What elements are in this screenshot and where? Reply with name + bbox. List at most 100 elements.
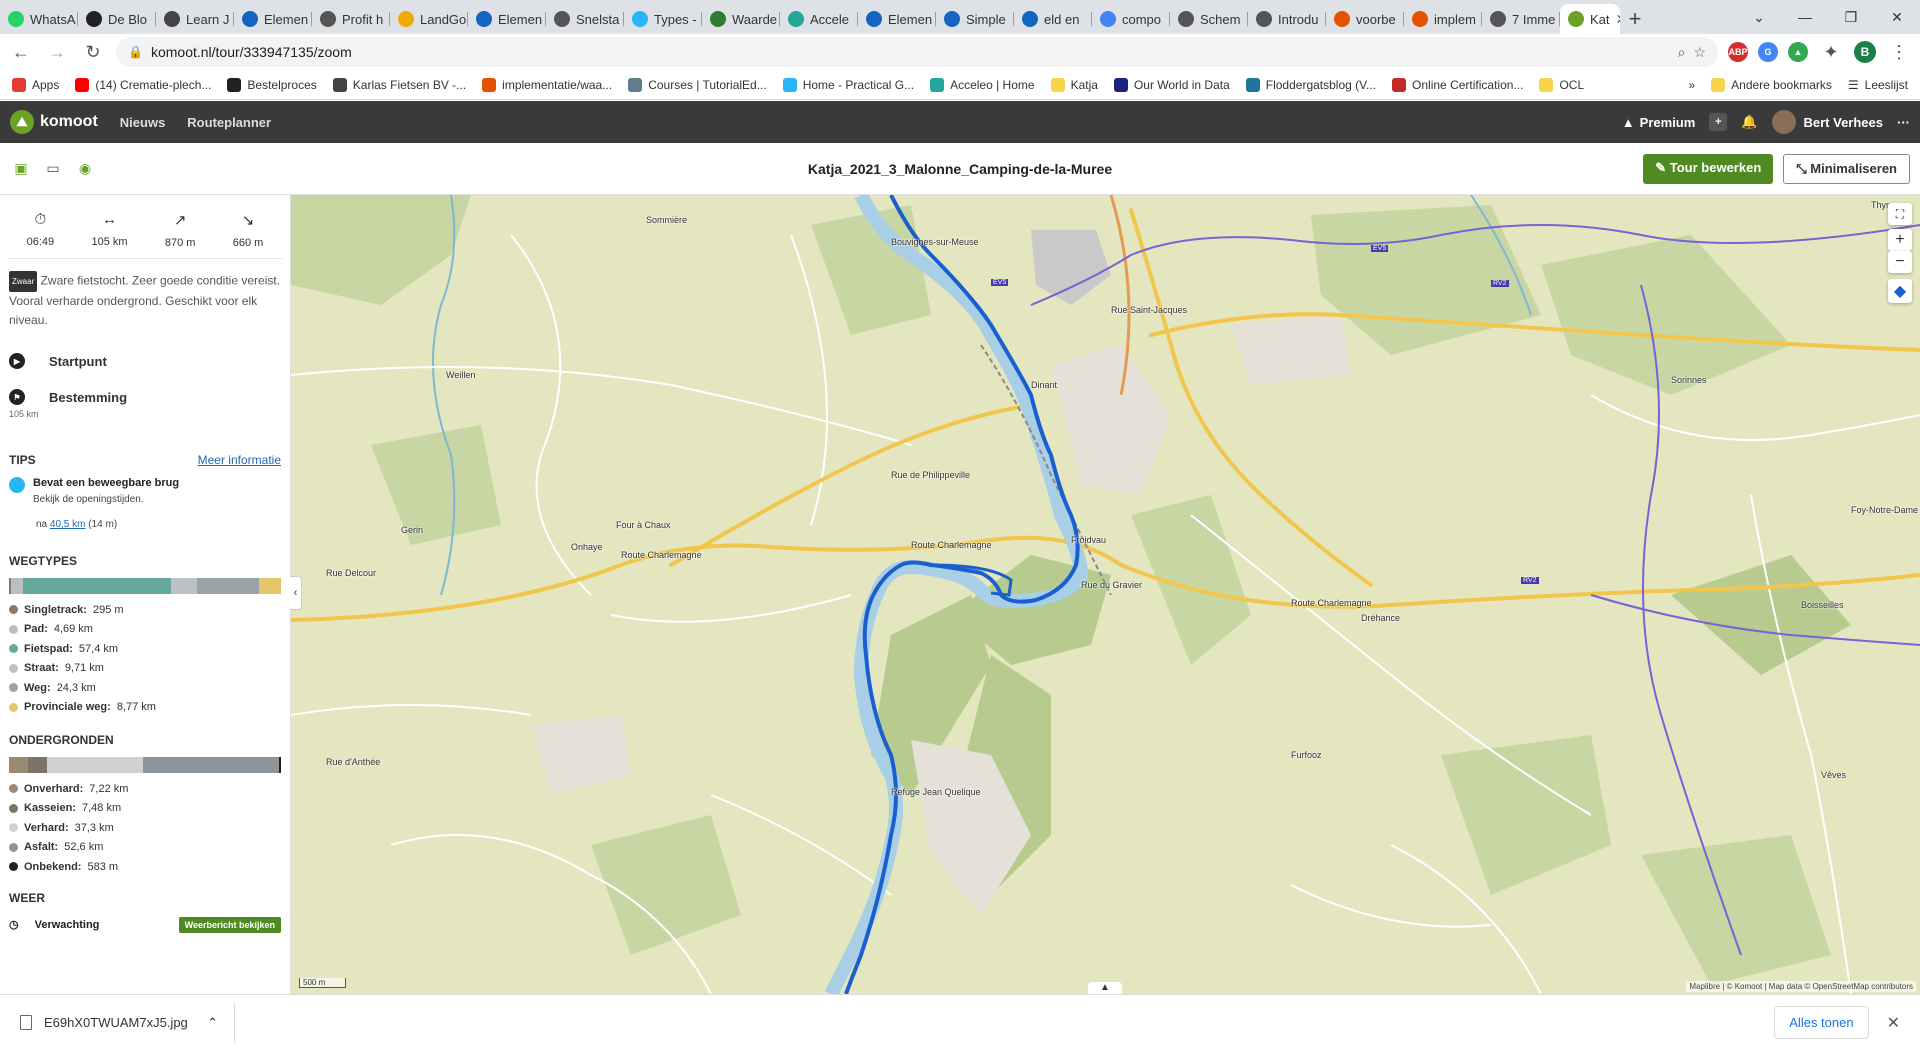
bookmark-favicon-icon <box>782 77 797 92</box>
bar-segment[interactable] <box>9 757 28 773</box>
bar-segment[interactable] <box>143 757 279 773</box>
bar-segment[interactable] <box>196 578 259 594</box>
browser-tab[interactable]: Elemen <box>468 4 546 34</box>
close-download-bar-icon[interactable]: ✕ <box>1887 1013 1900 1033</box>
browser-tab[interactable]: Accele <box>780 4 858 34</box>
browser-tab[interactable]: Snelsta <box>546 4 624 34</box>
map-attribution[interactable]: Maplibre | © Komoot | Map data © OpenStr… <box>1686 981 1916 992</box>
bookmark-item[interactable]: implementatie/waa... <box>482 77 612 92</box>
bookmark-item[interactable]: Courses | TutorialEd... <box>628 77 767 92</box>
browser-tab[interactable]: Schem <box>1170 4 1248 34</box>
browser-tab[interactable]: 7 Imme <box>1482 4 1560 34</box>
minimize-button[interactable]: ⤡ Minimaliseren <box>1783 153 1910 184</box>
bar-segment[interactable] <box>258 578 281 594</box>
new-tab-button[interactable]: + <box>1620 4 1650 34</box>
browser-tab[interactable]: Introdu <box>1248 4 1326 34</box>
browser-tab[interactable]: voorbe <box>1326 4 1404 34</box>
back-arrow-icon[interactable]: ← <box>8 39 34 65</box>
other-bookmarks-folder[interactable]: Andere bookmarks <box>1711 77 1832 92</box>
browser-tab[interactable]: Learn J <box>156 4 234 34</box>
collapse-sidebar-icon[interactable]: ‹ <box>290 576 302 610</box>
adblock-extension-icon[interactable]: ABP <box>1728 42 1748 62</box>
browser-tab[interactable]: Types - <box>624 4 702 34</box>
show-all-downloads-button[interactable]: Alles tonen <box>1774 1006 1869 1039</box>
more-info-link[interactable]: Meer informatie <box>198 453 281 467</box>
zoom-in-button[interactable]: + <box>1888 229 1912 251</box>
tip-distance-link[interactable]: 40,5 km <box>50 519 86 530</box>
waypoint-start[interactable]: ▶ Startpunt <box>0 353 290 369</box>
bar-segment[interactable] <box>278 757 281 773</box>
waypoint-destination[interactable]: ⚑ Bestemming <box>0 389 290 405</box>
create-icon[interactable]: + <box>1709 113 1728 131</box>
map-view-eye-icon[interactable]: ◉ <box>74 158 96 180</box>
notifications-bell-icon[interactable]: 🔔 <box>1741 114 1757 130</box>
expand-elevation-icon[interactable]: ▲ <box>1088 982 1122 994</box>
browser-tab[interactable]: Elemen <box>234 4 312 34</box>
browser-tab[interactable]: WhatsA <box>0 4 78 34</box>
bar-segment[interactable] <box>23 578 172 594</box>
sidebar-view-icon[interactable]: ▣ <box>10 158 32 180</box>
bookmark-item[interactable]: Home - Practical G... <box>782 77 914 92</box>
address-bar[interactable]: 🔒 komoot.nl/tour/333947135/zoom ⌕ ☆ <box>116 37 1718 67</box>
cycle-route-badge: EV5 <box>1371 245 1389 252</box>
bookmark-item[interactable]: Karlas Fietsen BV -... <box>332 77 466 92</box>
bookmark-item[interactable]: Online Certification... <box>1392 77 1524 92</box>
weather-button[interactable]: Weerbericht bekijken <box>178 916 281 933</box>
bar-segment[interactable] <box>171 578 197 594</box>
bar-segment[interactable] <box>11 578 24 594</box>
browser-tab[interactable]: LandGo <box>390 4 468 34</box>
bar-segment[interactable] <box>46 757 144 773</box>
browser-tab[interactable]: Simple <box>936 4 1014 34</box>
restore-window-icon[interactable]: ❐ <box>1828 0 1874 34</box>
browser-tab[interactable]: eld en <box>1014 4 1092 34</box>
browser-tab[interactable]: implem <box>1404 4 1482 34</box>
forward-arrow-icon[interactable]: → <box>44 39 70 65</box>
browser-tab[interactable]: Waarde <box>702 4 780 34</box>
compass-icon[interactable]: ◆ <box>1888 279 1912 303</box>
translate-extension-icon[interactable]: G <box>1758 42 1778 62</box>
zoom-icon[interactable]: ⌕ <box>1678 44 1686 61</box>
surfaces-bar[interactable] <box>9 757 281 773</box>
browser-tab[interactable]: De Blo <box>78 4 156 34</box>
zoom-out-button[interactable]: − <box>1888 251 1912 273</box>
edit-tour-button[interactable]: ✎ Tour bewerken <box>1643 153 1774 184</box>
bottom-panel-view-icon[interactable]: ▭ <box>42 158 64 180</box>
download-item[interactable]: E69hX0TWUAM7xJ5.jpg ⌃ <box>20 1002 235 1043</box>
bookmark-label: Online Certification... <box>1412 77 1524 92</box>
bookmark-star-icon[interactable]: ☆ <box>1693 44 1706 61</box>
waytypes-bar[interactable] <box>9 578 281 594</box>
bar-segment[interactable] <box>27 757 47 773</box>
close-tab-icon[interactable]: ✕ <box>1616 11 1620 28</box>
premium-button[interactable]: ▲ Premium <box>1622 115 1696 130</box>
nav-routeplanner[interactable]: Routeplanner <box>187 115 271 130</box>
bookmarks-overflow-icon[interactable]: » <box>1688 78 1695 92</box>
bookmark-item[interactable]: Floddergatsblog (V... <box>1245 77 1376 92</box>
reading-list[interactable]: ☰ Leeslijst <box>1848 78 1908 92</box>
profile-avatar[interactable]: B <box>1854 41 1876 63</box>
bookmark-item[interactable]: Acceleo | Home <box>930 77 1035 92</box>
drive-extension-icon[interactable]: ▲ <box>1788 42 1808 62</box>
tab-active[interactable]: Kat ✕ <box>1560 4 1620 34</box>
nav-news[interactable]: Nieuws <box>120 115 166 130</box>
browser-tab[interactable]: Profit h <box>312 4 390 34</box>
extensions-puzzle-icon[interactable]: ✦ <box>1818 39 1844 65</box>
minimize-window-icon[interactable]: — <box>1782 0 1828 34</box>
fullscreen-icon[interactable]: ⛶ <box>1888 203 1912 225</box>
browser-menu-icon[interactable]: ⋮ <box>1886 39 1912 65</box>
bookmark-item[interactable]: Apps <box>12 77 59 92</box>
bookmark-item[interactable]: OCL <box>1539 77 1584 92</box>
komoot-logo[interactable]: ⛰ komoot <box>10 110 98 134</box>
browser-tab[interactable]: Elemen <box>858 4 936 34</box>
user-menu[interactable]: Bert Verhees <box>1771 110 1883 134</box>
bookmark-item[interactable]: (14) Crematie-plech... <box>75 77 211 92</box>
browser-tab[interactable]: compo <box>1092 4 1170 34</box>
bookmark-item[interactable]: Bestelproces <box>227 77 317 92</box>
close-window-icon[interactable]: ✕ <box>1874 0 1920 34</box>
chevron-up-icon[interactable]: ⌃ <box>207 1015 218 1031</box>
map-canvas[interactable]: Sommière Bouvignes-sur-Meuse Rue Saint-Jac… <box>291 195 1920 994</box>
bookmark-item[interactable]: Katja <box>1050 77 1098 92</box>
tab-search-icon[interactable]: ⌄ <box>1736 0 1782 34</box>
bookmark-item[interactable]: Our World in Data <box>1113 77 1230 92</box>
reload-icon[interactable]: ↻ <box>80 39 106 65</box>
more-menu-icon[interactable]: ··· <box>1897 115 1910 130</box>
